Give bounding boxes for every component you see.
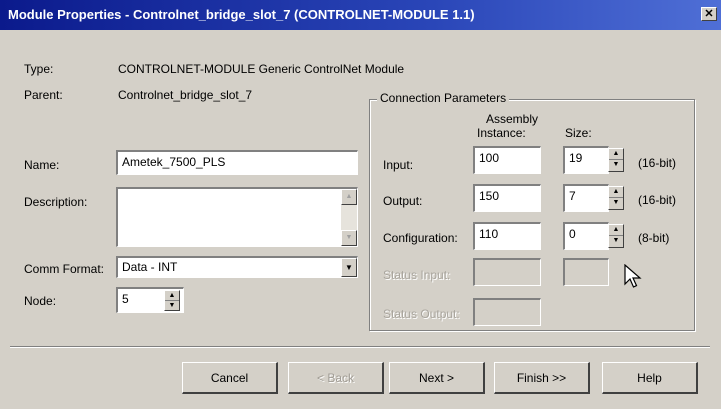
spin-down-icon[interactable]: ▼ xyxy=(165,301,179,311)
back-button[interactable]: < Back xyxy=(288,362,384,394)
status-input-size-field xyxy=(563,258,609,286)
scroll-down-icon[interactable]: ▼ xyxy=(341,230,357,246)
finish-button[interactable]: Finish >> xyxy=(494,362,590,394)
status-output-label: Status Output: xyxy=(383,307,460,321)
spin-down-icon[interactable]: ▼ xyxy=(609,160,623,171)
cancel-button[interactable]: Cancel xyxy=(182,362,278,394)
scroll-up-icon[interactable]: ▲ xyxy=(341,189,357,205)
parent-label: Parent: xyxy=(24,88,63,102)
spin-down-icon[interactable]: ▼ xyxy=(609,236,623,247)
spin-up-icon[interactable]: ▲ xyxy=(165,291,179,301)
status-output-instance-field xyxy=(473,298,541,326)
help-button[interactable]: Help xyxy=(602,362,698,394)
input-instance-field[interactable]: 100 xyxy=(473,146,541,174)
input-unit: (16-bit) xyxy=(638,156,677,170)
close-button[interactable]: ✕ xyxy=(701,7,717,21)
status-input-instance-field xyxy=(473,258,541,286)
configuration-size-spinner[interactable]: ▲ ▼ xyxy=(608,224,624,248)
assembly-header-line1: Assembly xyxy=(486,112,539,126)
window-title: Module Properties - Controlnet_bridge_sl… xyxy=(8,7,475,22)
description-label: Description: xyxy=(24,195,88,209)
input-size-spinner[interactable]: ▲ ▼ xyxy=(608,148,624,172)
name-label: Name: xyxy=(24,158,60,172)
name-field[interactable]: Ametek_7500_PLS xyxy=(116,150,358,175)
output-size-spinner[interactable]: ▲ ▼ xyxy=(608,186,624,210)
type-value: CONTROLNET-MODULE Generic ControlNet Mod… xyxy=(118,62,405,76)
next-button[interactable]: Next > xyxy=(389,362,485,394)
description-scrollbar[interactable]: ▲ ▼ xyxy=(341,189,357,246)
spin-up-icon[interactable]: ▲ xyxy=(609,187,623,198)
output-label: Output: xyxy=(383,194,423,208)
input-label: Input: xyxy=(383,158,414,172)
type-label: Type: xyxy=(24,62,54,76)
configuration-unit: (8-bit) xyxy=(638,231,670,245)
size-header: Size: xyxy=(565,126,592,140)
input-size-field[interactable]: 19 xyxy=(563,146,609,174)
node-value: 5 xyxy=(122,292,129,306)
mouse-pointer-icon xyxy=(624,264,642,288)
assembly-header-line2: Instance: xyxy=(477,126,526,140)
output-instance-field[interactable]: 150 xyxy=(473,184,541,212)
button-separator xyxy=(10,346,710,348)
configuration-instance-field[interactable]: 110 xyxy=(473,222,541,250)
node-spinner[interactable]: ▲ ▼ xyxy=(164,290,180,311)
title-bar: Module Properties - Controlnet_bridge_sl… xyxy=(0,0,721,30)
description-field[interactable]: ▲ ▼ xyxy=(116,187,358,247)
status-input-label: Status Input: xyxy=(383,268,451,282)
parent-value: Controlnet_bridge_slot_7 xyxy=(118,88,253,102)
chevron-down-icon[interactable]: ▼ xyxy=(341,258,357,277)
configuration-size-field[interactable]: 0 xyxy=(563,222,609,250)
connection-parameters-group xyxy=(369,99,695,331)
comm-format-select[interactable]: Data - INT ▼ xyxy=(116,256,358,278)
comm-format-label: Comm Format: xyxy=(24,262,105,276)
output-size-field[interactable]: 7 xyxy=(563,184,609,212)
spin-up-icon[interactable]: ▲ xyxy=(609,225,623,236)
output-unit: (16-bit) xyxy=(638,193,677,207)
spin-up-icon[interactable]: ▲ xyxy=(609,149,623,160)
node-label: Node: xyxy=(24,294,57,308)
connection-parameters-title: Connection Parameters xyxy=(377,91,510,105)
spin-down-icon[interactable]: ▼ xyxy=(609,198,623,209)
comm-format-value: Data - INT xyxy=(122,260,178,274)
configuration-label: Configuration: xyxy=(383,231,458,245)
close-icon: ✕ xyxy=(704,8,714,20)
